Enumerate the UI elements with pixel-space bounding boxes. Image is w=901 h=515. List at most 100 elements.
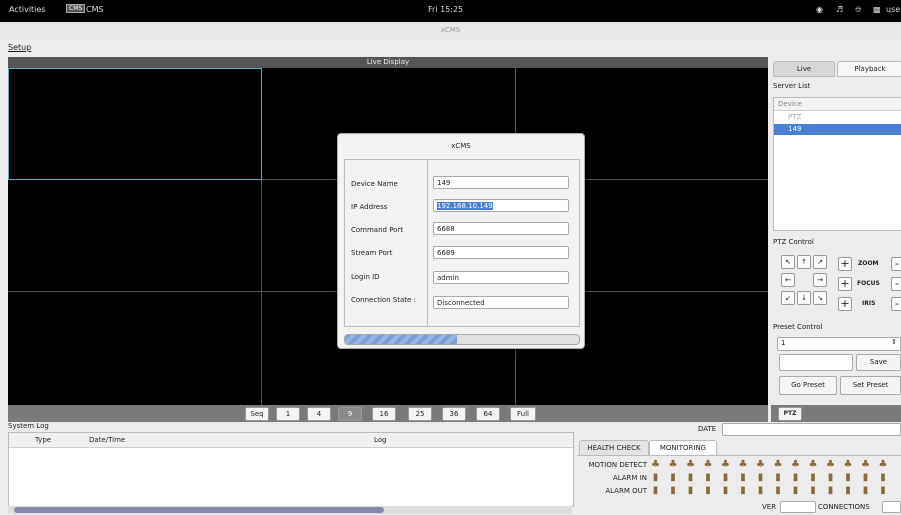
tree-item-label: 149	[788, 125, 802, 133]
tree-item-149[interactable]: 149	[774, 124, 901, 135]
accessibility-icon[interactable]: ◉	[816, 5, 823, 14]
column-log[interactable]: Log	[374, 436, 387, 444]
tab-playback[interactable]: Playback	[837, 61, 901, 77]
motion-detect-icon: ♣	[738, 459, 748, 470]
login-id-field[interactable]: admin	[433, 271, 569, 284]
motion-detect-icon: ♣	[878, 459, 888, 470]
command-port-label: Command Port	[351, 226, 404, 234]
iris-open-button[interactable]: +	[838, 297, 852, 311]
layout-36-button[interactable]: 36	[442, 407, 466, 421]
device-connect-dialog: xCMS Device Name 149 IP Address 192.168.…	[337, 133, 585, 349]
focus-out-button[interactable]: -	[891, 277, 901, 291]
command-port-field[interactable]: 6688	[433, 222, 569, 235]
tab-live[interactable]: Live	[773, 61, 835, 77]
alarm-in-icon: ▮	[792, 472, 799, 483]
alarm-out-icon: ▮	[845, 485, 851, 496]
ver-field[interactable]	[780, 501, 816, 513]
motion-detect-icon: ♣	[686, 459, 695, 470]
window-title: xCMS	[0, 22, 901, 40]
stream-port-field[interactable]: 6689	[433, 246, 569, 259]
ptz-down-button[interactable]: ↓	[797, 291, 811, 305]
layout-64-button[interactable]: 64	[476, 407, 500, 421]
user-menu[interactable]: use	[886, 5, 900, 14]
ptz-up-left-button[interactable]: ↖	[781, 255, 795, 269]
iris-close-button[interactable]: -	[891, 297, 901, 311]
ptz-control-label: PTZ Control	[773, 238, 814, 246]
layout-1-button[interactable]: 1	[276, 407, 300, 421]
layout-seq-button[interactable]: Seq	[245, 407, 269, 421]
volume-icon[interactable]: ♬	[836, 5, 843, 14]
layout-25-button[interactable]: 25	[408, 407, 432, 421]
app-icon[interactable]: CMS	[66, 4, 86, 13]
zoom-out-button[interactable]: -	[891, 257, 901, 271]
focus-in-button[interactable]: +	[838, 277, 852, 291]
layout-full-button[interactable]: Full	[510, 407, 536, 421]
alarm-out-icon: ▮	[687, 485, 694, 496]
alarm-out-icon: ▮	[670, 485, 676, 496]
ip-address-selected-text: 192.168.10.149	[437, 202, 493, 210]
spinner-icon[interactable]: ⇕	[891, 338, 897, 346]
menu-setup[interactable]: Setup	[8, 43, 31, 52]
ptz-right-button[interactable]: →	[813, 273, 827, 287]
save-preset-button[interactable]: Save	[856, 354, 901, 371]
ip-address-label: IP Address	[351, 203, 388, 211]
ptz-up-right-button[interactable]: ↗	[813, 255, 827, 269]
ptz-toggle-button[interactable]: PTZ	[778, 407, 802, 421]
motion-detect-icon: ♣	[703, 459, 713, 470]
alarm-in-icon: ▮	[880, 472, 886, 483]
motion-detect-icon: ♣	[756, 459, 765, 470]
alarm-out-icon: ▮	[722, 485, 729, 496]
tree-item-ptz[interactable]: PTZ	[774, 112, 901, 123]
connections-field[interactable]	[882, 501, 901, 513]
dialog-title: xCMS	[451, 142, 471, 150]
date-field[interactable]	[722, 423, 901, 436]
preset-name-input[interactable]	[779, 354, 853, 371]
menu-bar: Setup	[0, 39, 901, 55]
server-list-label: Server List	[773, 82, 811, 90]
ptz-up-button[interactable]: ↑	[797, 255, 811, 269]
alarm-in-icon: ▮	[757, 472, 764, 483]
column-datetime[interactable]: Date/Time	[89, 436, 125, 444]
layout-9-button[interactable]: 9	[338, 407, 362, 421]
layout-4-button[interactable]: 4	[307, 407, 331, 421]
clock[interactable]: Fri 15:25	[428, 5, 463, 14]
activities-button[interactable]: Activities	[9, 5, 46, 14]
device-column-header[interactable]: Device	[774, 98, 901, 111]
selected-video-cell[interactable]	[8, 68, 262, 180]
alarm-in-icon: ▮	[862, 472, 869, 483]
focus-label: FOCUS	[857, 280, 880, 287]
horizontal-scrollbar[interactable]	[8, 506, 572, 514]
layout-16-button[interactable]: 16	[372, 407, 396, 421]
device-tree[interactable]: Device PTZ 149	[773, 97, 901, 231]
zoom-in-button[interactable]: +	[838, 257, 852, 271]
tab-health-check[interactable]: HEALTH CHECK	[579, 440, 649, 456]
zoom-label: ZOOM	[858, 260, 879, 267]
alarm-in-icon: ▮	[652, 472, 659, 483]
power-icon[interactable]: ⎊	[855, 5, 861, 15]
ptz-left-button[interactable]: ←	[781, 273, 795, 287]
column-type[interactable]: Type	[35, 436, 51, 444]
motion-detect-icon: ♣	[721, 459, 730, 470]
chat-icon[interactable]: ▩	[873, 5, 881, 14]
form-divider	[427, 160, 428, 326]
progress-fill	[345, 335, 458, 344]
iris-label: IRIS	[862, 300, 876, 307]
scroll-thumb[interactable]	[14, 507, 384, 513]
app-name[interactable]: CMS	[86, 5, 104, 14]
alarm-in-icon: ▮	[722, 472, 729, 483]
go-preset-button[interactable]: Go Preset	[779, 376, 837, 395]
device-header-label: Device	[778, 100, 802, 108]
set-preset-button[interactable]: Set Preset	[840, 376, 901, 395]
preset-number-spinner[interactable]: 1 ⇕	[777, 337, 901, 351]
tab-monitoring[interactable]: MONITORING	[649, 440, 717, 456]
alarm-in-icon: ▮	[775, 472, 781, 483]
live-display-header: Live Display	[8, 57, 768, 68]
motion-detect-icon: ♣	[808, 459, 818, 470]
tab-divider	[577, 455, 901, 456]
system-log-table[interactable]: Type Date/Time Log	[8, 432, 574, 507]
ptz-down-right-button[interactable]: ↘	[813, 291, 827, 305]
ip-address-field[interactable]: 192.168.10.149	[433, 199, 569, 212]
connection-state-label: Connection State :	[351, 296, 416, 304]
ptz-down-left-button[interactable]: ↙	[781, 291, 795, 305]
device-name-field[interactable]: 149	[433, 176, 569, 189]
